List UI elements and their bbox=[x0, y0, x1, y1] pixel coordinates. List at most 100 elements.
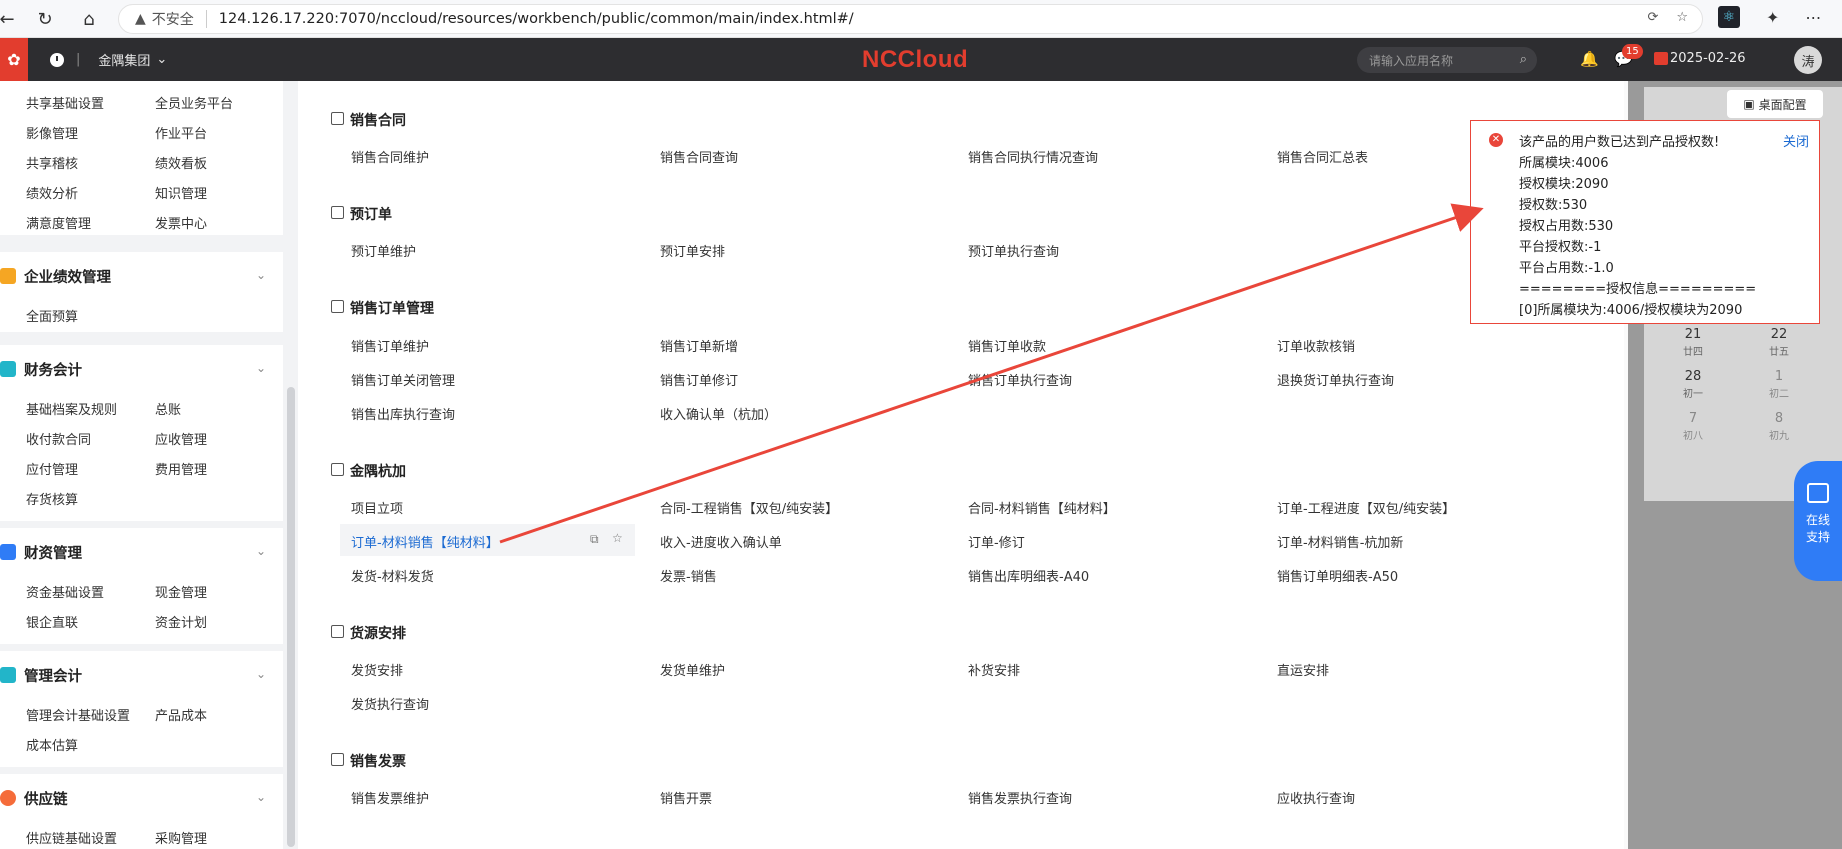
header-date[interactable]: 2025-02-26 bbox=[1654, 51, 1746, 66]
close-button[interactable]: 关闭 bbox=[1783, 131, 1809, 150]
sidebar-link[interactable]: 管理会计基础设置 bbox=[26, 705, 130, 724]
sidebar-link[interactable]: 资金基础设置 bbox=[26, 582, 104, 601]
menu-item[interactable]: 收入确认单（杭加） bbox=[660, 404, 777, 423]
menu-item[interactable]: 预订单执行查询 bbox=[968, 241, 1059, 260]
menu-item[interactable]: 订单收款核销 bbox=[1277, 336, 1355, 355]
menu-item[interactable]: 销售订单新增 bbox=[660, 336, 738, 355]
avatar[interactable]: 涛 bbox=[1794, 46, 1822, 74]
sidebar-link[interactable]: 全员业务平台 bbox=[155, 93, 233, 112]
sidebar-link[interactable]: 全面预算 bbox=[26, 306, 78, 325]
calendar-day[interactable]: 21 bbox=[1678, 327, 1708, 342]
menu-item[interactable]: 补货安排 bbox=[968, 660, 1020, 679]
calendar-day[interactable]: 8 bbox=[1764, 411, 1794, 426]
menu-item[interactable]: 直运安排 bbox=[1277, 660, 1329, 679]
sidebar-link[interactable]: 费用管理 bbox=[155, 459, 207, 478]
sidebar-link[interactable]: 资金计划 bbox=[155, 612, 207, 631]
menu-item[interactable]: 销售合同查询 bbox=[660, 147, 738, 166]
app-logo-icon[interactable]: ✿ bbox=[0, 38, 28, 81]
menu-item[interactable]: 销售订单明细表-A50 bbox=[1277, 566, 1398, 585]
menu-item[interactable]: 应收执行查询 bbox=[1277, 788, 1355, 807]
sidebar-link[interactable]: 发票中心 bbox=[155, 213, 207, 232]
bookmark-star-icon[interactable]: ☆ bbox=[1676, 10, 1688, 25]
bell-icon[interactable]: 🔔 bbox=[1580, 50, 1599, 68]
menu-item[interactable]: 发货执行查询 bbox=[351, 694, 429, 713]
sidebar-link[interactable]: 现金管理 bbox=[155, 582, 207, 601]
menu-item[interactable]: 销售发票维护 bbox=[351, 788, 429, 807]
sidebar-link[interactable]: 总账 bbox=[155, 399, 181, 418]
sidebar-link[interactable]: 应付管理 bbox=[26, 459, 78, 478]
sidebar-link[interactable]: 采购管理 bbox=[155, 828, 207, 847]
chevron-down-icon[interactable]: ⌄ bbox=[256, 361, 266, 375]
back-icon[interactable]: ← bbox=[0, 4, 22, 34]
menu-item[interactable]: 预订单维护 bbox=[351, 241, 416, 260]
menu-item[interactable]: 合同-工程销售【双包/纯安装】 bbox=[660, 498, 838, 517]
sidebar-link[interactable]: 应收管理 bbox=[155, 429, 207, 448]
menu-item[interactable]: 销售合同执行情况查询 bbox=[968, 147, 1098, 166]
sidebar-link[interactable]: 成本估算 bbox=[26, 735, 78, 754]
security-warning[interactable]: ▲ 不安全 bbox=[135, 10, 207, 28]
sidebar-link[interactable]: 满意度管理 bbox=[26, 213, 91, 232]
star-icon[interactable]: ☆ bbox=[612, 531, 623, 545]
translate-icon[interactable]: ⟳ bbox=[1647, 10, 1658, 25]
extensions-icon[interactable]: ✦ bbox=[1766, 8, 1779, 27]
chevron-down-icon[interactable]: ⌄ bbox=[256, 268, 266, 282]
menu-item[interactable]: 订单-工程进度【双包/纯安装】 bbox=[1277, 498, 1455, 517]
sidebar-link[interactable]: 影像管理 bbox=[26, 123, 78, 142]
sidebar-group-title[interactable]: 企业绩效管理 bbox=[24, 266, 111, 287]
sidebar-link[interactable]: 收付款合同 bbox=[26, 429, 91, 448]
sidebar-link[interactable]: 绩效分析 bbox=[26, 183, 78, 202]
calendar-day[interactable]: 7 bbox=[1678, 411, 1708, 426]
address-bar[interactable]: ▲ 不安全 124.126.17.220 :7070/nccloud/resou… bbox=[118, 4, 1703, 34]
reload-icon[interactable]: ↻ bbox=[30, 4, 60, 34]
sidebar-link[interactable]: 共享稽核 bbox=[26, 153, 78, 172]
menu-item[interactable]: 预订单安排 bbox=[660, 241, 725, 260]
sidebar-link[interactable]: 知识管理 bbox=[155, 183, 207, 202]
menu-item[interactable]: 销售发票执行查询 bbox=[968, 788, 1072, 807]
sidebar-group-title[interactable]: 财资管理 bbox=[24, 542, 82, 563]
chevron-down-icon[interactable]: ⌄ bbox=[256, 667, 266, 681]
sidebar-link[interactable]: 绩效看板 bbox=[155, 153, 207, 172]
app-search-input[interactable]: 请输入应用名称 ⌕ bbox=[1357, 47, 1537, 73]
menu-item[interactable]: 销售订单修订 bbox=[660, 370, 738, 389]
open-new-icon[interactable]: ⧉ bbox=[590, 532, 599, 547]
sidebar-group-title[interactable]: 管理会计 bbox=[24, 665, 82, 686]
menu-item[interactable]: 销售合同维护 bbox=[351, 147, 429, 166]
more-menu-icon[interactable]: ⋯ bbox=[1805, 8, 1821, 27]
sidebar-link[interactable]: 产品成本 bbox=[155, 705, 207, 724]
menu-item[interactable]: 合同-材料销售【纯材料】 bbox=[968, 498, 1116, 517]
calendar-day[interactable]: 28 bbox=[1678, 369, 1708, 384]
menu-item[interactable]: 订单-修订 bbox=[968, 532, 1025, 551]
sidebar-scrollbar[interactable] bbox=[287, 387, 295, 847]
chevron-down-icon[interactable]: ⌄ bbox=[256, 544, 266, 558]
chevron-down-icon[interactable]: ⌄ bbox=[256, 790, 266, 804]
menu-item[interactable]: 销售订单执行查询 bbox=[968, 370, 1072, 389]
sidebar-link[interactable]: 共享基础设置 bbox=[26, 93, 104, 112]
recent-clock-icon[interactable] bbox=[50, 52, 64, 67]
menu-item[interactable]: 销售订单收款 bbox=[968, 336, 1046, 355]
menu-item[interactable]: 发票-销售 bbox=[660, 566, 717, 585]
online-support-button[interactable]: 在线 支持 bbox=[1794, 461, 1842, 581]
sidebar-link[interactable]: 作业平台 bbox=[155, 123, 207, 142]
sidebar-link[interactable]: 基础档案及规则 bbox=[26, 399, 117, 418]
home-icon[interactable]: ⌂ bbox=[74, 4, 104, 34]
menu-item[interactable]: 发货-材料发货 bbox=[351, 566, 434, 585]
menu-item[interactable]: 退换货订单执行查询 bbox=[1277, 370, 1394, 389]
menu-item[interactable]: 销售开票 bbox=[660, 788, 712, 807]
menu-item[interactable]: 销售出库执行查询 bbox=[351, 404, 455, 423]
desktop-config-button[interactable]: ▣ 桌面配置 bbox=[1727, 90, 1823, 118]
calendar-day[interactable]: 22 bbox=[1764, 327, 1794, 342]
calendar-day[interactable]: 1 bbox=[1764, 369, 1794, 384]
menu-item[interactable]: 销售订单关闭管理 bbox=[351, 370, 455, 389]
menu-item[interactable]: 订单-材料销售-杭加新 bbox=[1277, 532, 1403, 551]
menu-item[interactable]: 项目立项 bbox=[351, 498, 403, 517]
menu-item[interactable]: 发货安排 bbox=[351, 660, 403, 679]
sidebar-link[interactable]: 供应链基础设置 bbox=[26, 828, 117, 847]
sidebar-link[interactable]: 银企直联 bbox=[26, 612, 78, 631]
group-selector[interactable]: 金隅集团 ⌄ bbox=[98, 50, 167, 69]
sidebar-group-title[interactable]: 供应链 bbox=[24, 788, 68, 809]
sidebar-group-title[interactable]: 财务会计 bbox=[24, 359, 82, 380]
menu-item-active[interactable]: 订单-材料销售【纯材料】 bbox=[351, 532, 499, 551]
react-devtools-icon[interactable]: ⚛ bbox=[1718, 6, 1740, 28]
menu-item[interactable]: 销售订单维护 bbox=[351, 336, 429, 355]
search-icon[interactable]: ⌕ bbox=[1520, 52, 1527, 67]
